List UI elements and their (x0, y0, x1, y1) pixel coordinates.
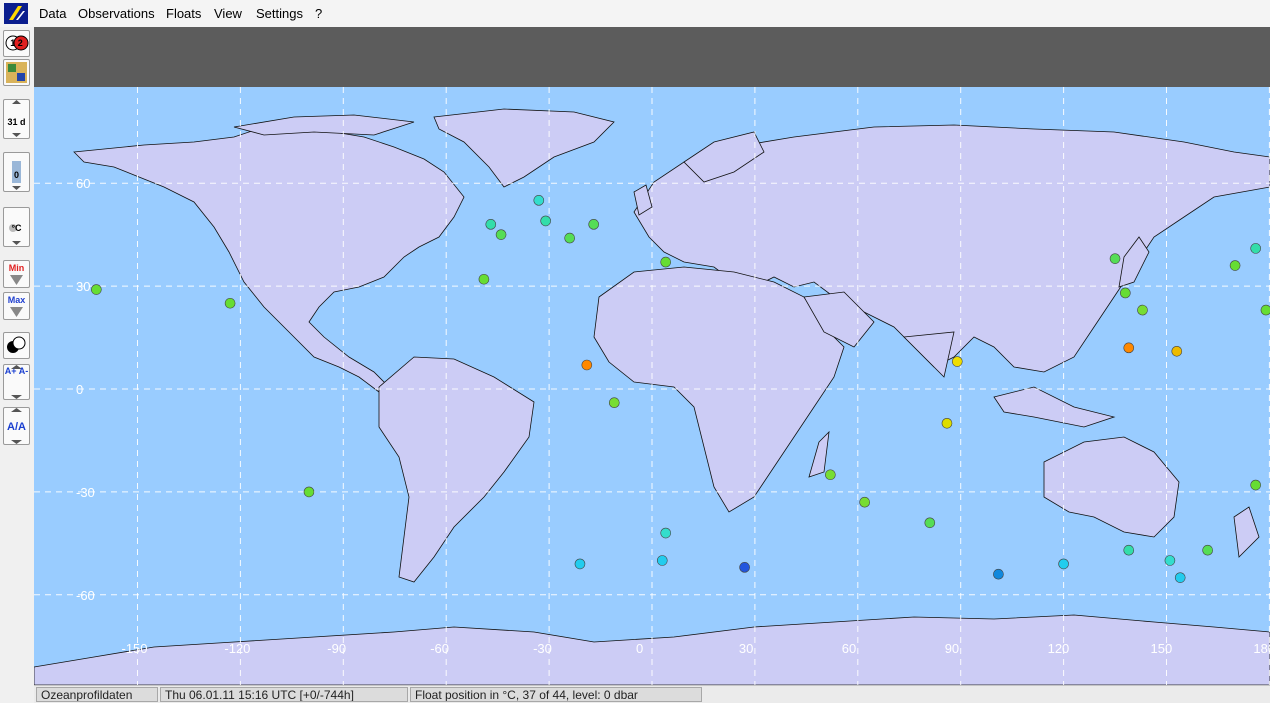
temperature-button[interactable]: °C (3, 207, 30, 247)
color-scale-button[interactable] (3, 332, 30, 359)
longitude-label: 90 (945, 641, 959, 656)
south-america (378, 356, 535, 583)
madagascar (808, 430, 830, 478)
auto-scale-button[interactable]: A/A (3, 407, 30, 445)
float-marker[interactable] (581, 359, 593, 371)
float-marker[interactable] (1250, 243, 1261, 254)
arctic-islands (233, 114, 415, 136)
float-marker[interactable] (924, 517, 936, 529)
australia (1043, 436, 1180, 538)
min-button[interactable]: Min (3, 260, 30, 288)
india (903, 331, 955, 378)
float-marker[interactable] (739, 562, 750, 573)
longitude-label: 180 (1253, 641, 1270, 656)
longitude-label: -90 (327, 641, 346, 656)
time-span-button[interactable]: 31 d (3, 99, 30, 139)
longitude-label: 60 (842, 641, 856, 656)
menu-settings[interactable]: Settings (256, 6, 303, 21)
north-america (73, 124, 465, 393)
float-marker[interactable] (1109, 253, 1121, 264)
float-marker[interactable] (1250, 479, 1261, 491)
status-datetime: Thu 06.01.11 15:16 UTC [+0/-744h] (160, 687, 408, 702)
float-marker[interactable] (825, 469, 836, 481)
map-header-band (34, 27, 1270, 87)
float-marker[interactable] (533, 195, 545, 206)
float-marker[interactable] (859, 496, 870, 508)
float-marker[interactable] (564, 232, 575, 244)
world-map[interactable]: -150 -120 -90 -60 -30 0 30 60 90 120 150 180 60 30 0 -3… (34, 87, 1270, 685)
float-marker[interactable] (540, 215, 551, 227)
float-marker[interactable] (495, 229, 507, 240)
color-scale-icon (7, 336, 26, 353)
float-marker[interactable] (303, 486, 315, 498)
max-button[interactable]: Max (3, 292, 30, 320)
longitude-label: 120 (1048, 641, 1070, 656)
float-marker[interactable] (1123, 342, 1135, 354)
float-marker[interactable] (1202, 544, 1213, 556)
menu-data[interactable]: Data (39, 6, 66, 21)
float-marker[interactable] (1164, 555, 1176, 566)
float-marker[interactable] (660, 256, 672, 268)
map-layers-button[interactable] (3, 59, 30, 86)
float-marker[interactable] (1174, 572, 1186, 583)
float-marker[interactable] (660, 527, 672, 539)
depth-level-button[interactable]: 0 (3, 152, 30, 192)
float-marker[interactable] (588, 219, 599, 230)
menu-observations[interactable]: Observations (78, 6, 155, 21)
latitude-label: 30 (76, 279, 90, 294)
float-marker[interactable] (485, 219, 497, 230)
longitude-label: -120 (224, 641, 250, 656)
float-marker[interactable] (1123, 544, 1135, 556)
menu-floats[interactable]: Floats (166, 6, 201, 21)
app-logo-icon (4, 3, 28, 24)
float-marker[interactable] (951, 356, 963, 367)
status-bar: Ozeanprofildaten Thu 06.01.11 15:16 UTC … (34, 685, 1270, 703)
map-canvas: -150 -120 -90 -60 -30 0 30 60 90 120 150 180 60 30 0 -3… (34, 87, 1270, 685)
float-info-button[interactable]: 1 2 (3, 30, 30, 57)
longitude-label: 30 (739, 641, 753, 656)
latitude-label: -30 (76, 485, 95, 500)
float-marker[interactable] (224, 297, 236, 309)
float-marker[interactable] (478, 273, 490, 285)
longitude-label: 150 (1151, 641, 1173, 656)
new-zealand (1233, 506, 1260, 558)
float-marker[interactable] (656, 555, 668, 566)
float-marker[interactable] (1171, 345, 1183, 357)
longitude-label: -60 (430, 641, 449, 656)
float-marker[interactable] (1137, 304, 1148, 316)
font-size-button[interactable]: A+ A- (3, 364, 30, 400)
float-marker[interactable] (941, 417, 953, 429)
float-marker[interactable] (1260, 304, 1270, 316)
float-marker[interactable] (91, 284, 102, 295)
status-source: Ozeanprofildaten (36, 687, 158, 702)
float-marker[interactable] (1058, 558, 1069, 570)
status-description: Float position in °C, 37 of 44, level: 0… (410, 687, 702, 702)
map-layers-icon (6, 62, 27, 83)
float-marker[interactable] (993, 568, 1004, 580)
left-toolbar: 1 2 31 d 0 °C Min Max A+ A- A/A (0, 27, 35, 702)
menu-bar: Data Observations Floats View Settings ? (0, 0, 1270, 28)
float-marker[interactable] (608, 397, 620, 409)
float-marker[interactable] (1120, 287, 1131, 299)
menu-view[interactable]: View (214, 6, 242, 21)
longitude-label: -150 (122, 641, 148, 656)
menu-help[interactable]: ? (315, 6, 322, 21)
greenland (433, 108, 615, 188)
indonesia (993, 386, 1116, 428)
latitude-label: -60 (76, 588, 95, 603)
longitude-label: 0 (636, 641, 643, 656)
float-marker[interactable] (574, 558, 586, 570)
latitude-label: 60 (76, 176, 90, 191)
float-marker[interactable] (1229, 260, 1241, 271)
longitude-label: -30 (533, 641, 552, 656)
latitude-label: 0 (76, 382, 83, 397)
